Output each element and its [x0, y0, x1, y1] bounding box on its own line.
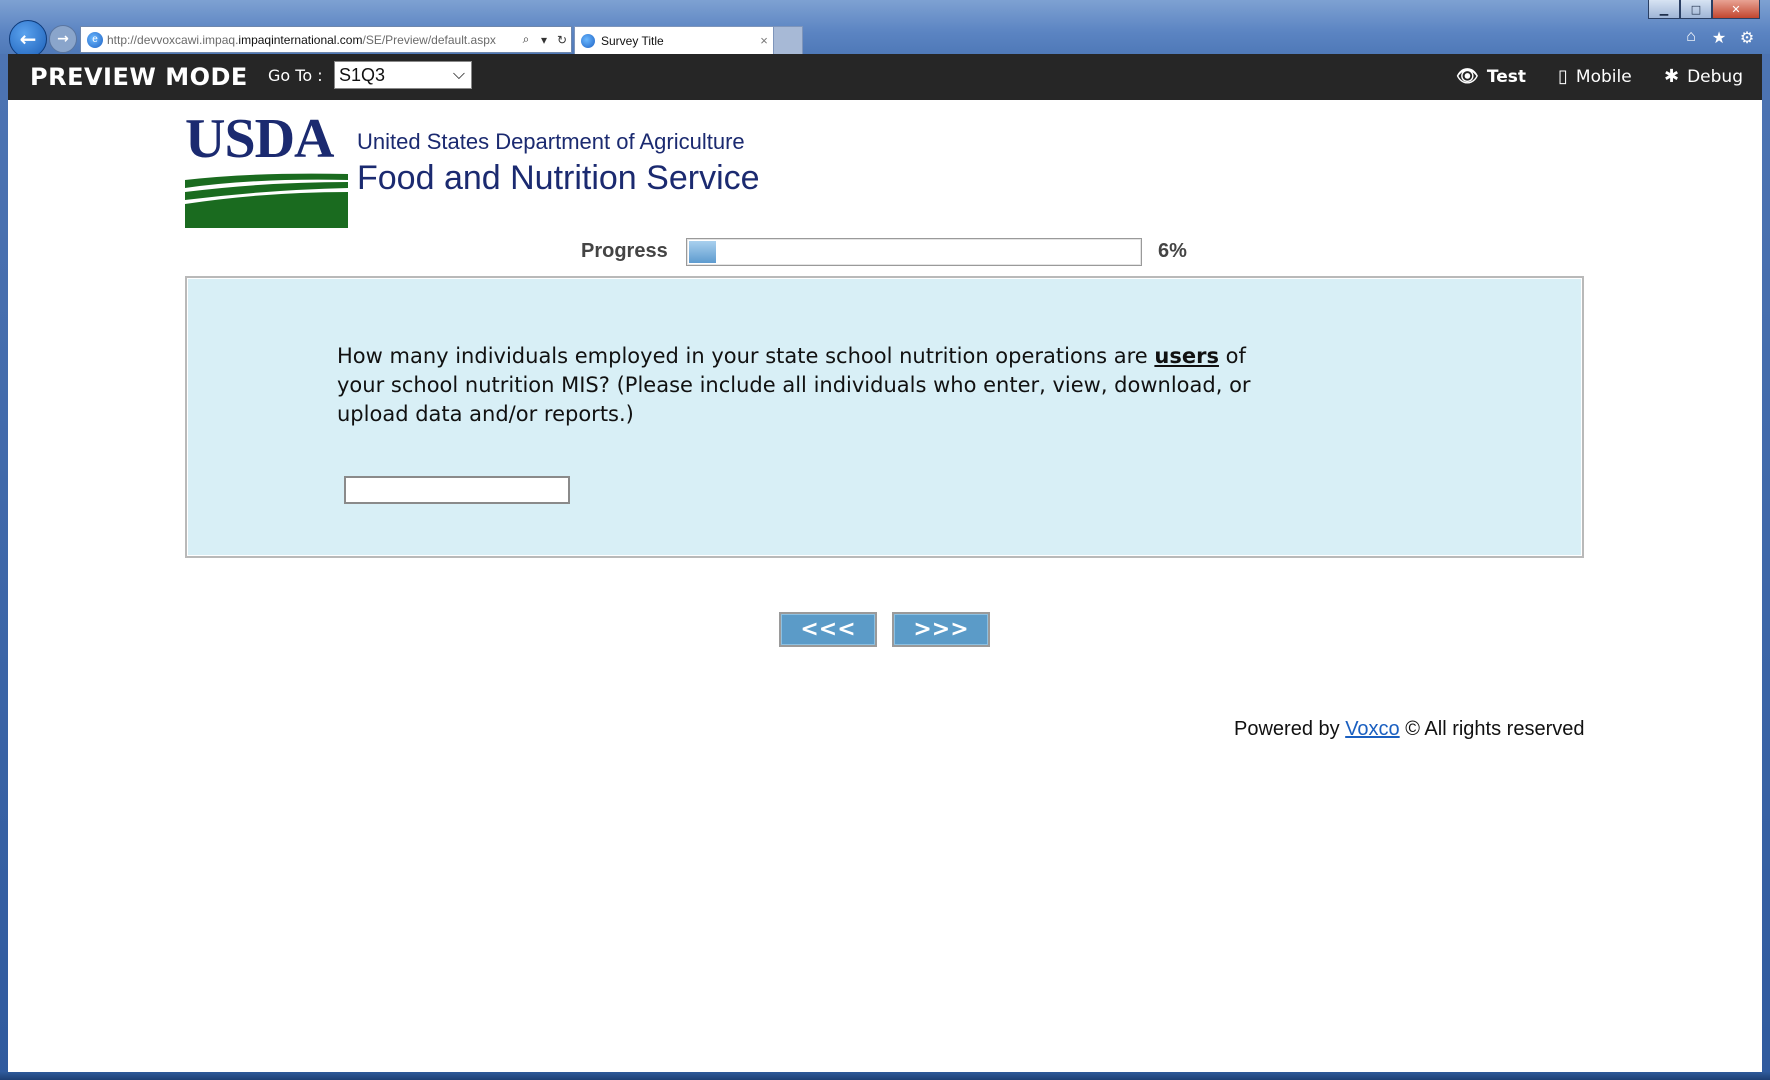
close-window-button[interactable]: ✕ [1712, 0, 1760, 19]
phone-icon: ▯ [1558, 66, 1568, 87]
progress-label: Progress [581, 240, 668, 262]
goto-question-select[interactable]: S1Q3 ⌵ [334, 61, 472, 89]
preview-toolbar: PREVIEW MODE Go To : S1Q3 ⌵ 👁 Test ▯ Mob… [8, 54, 1762, 100]
forward-button[interactable]: → [49, 25, 77, 53]
window-bottom-border [0, 1072, 1770, 1080]
search-icon[interactable]: ⌕ [517, 32, 535, 47]
question-panel: How many individuals employed in your st… [185, 276, 1584, 558]
new-tab-button[interactable] [773, 26, 803, 54]
ie-page-icon: e [87, 31, 103, 48]
window-controls: ▁ □ ✕ [1648, 0, 1760, 19]
preview-mode-title: PREVIEW MODE [30, 63, 248, 91]
tab-title: Survey Title [601, 33, 664, 48]
browser-window: ▁ □ ✕ ← → e http://devvoxcawi.impaq.impa… [0, 0, 1770, 1080]
logo-department: United States Department of Agriculture [357, 129, 745, 154]
logo-field-graphic [185, 172, 348, 228]
back-button[interactable]: ← [9, 20, 47, 58]
question-emphasis: users [1154, 344, 1219, 368]
chevron-down-icon[interactable]: ▾ [535, 33, 553, 47]
previous-button[interactable]: <<< [779, 612, 877, 647]
refresh-icon[interactable]: ↻ [553, 33, 571, 47]
maximize-button[interactable]: □ [1680, 0, 1712, 19]
voxco-link[interactable]: Voxco [1345, 718, 1399, 740]
eye-icon: 👁 [1456, 66, 1479, 87]
test-mode-button[interactable]: 👁 Test [1456, 66, 1526, 87]
browser-tab[interactable]: Survey Title × [574, 26, 774, 54]
goto-selected-value: S1Q3 [339, 64, 386, 85]
goto-label: Go To : [268, 66, 323, 85]
footer-prefix: Powered by [1234, 718, 1340, 740]
address-bar[interactable]: e http://devvoxcawi.impaq.impaqinternati… [80, 26, 572, 53]
tab-close-icon[interactable]: × [755, 33, 773, 48]
progress-bar [686, 238, 1142, 266]
logo-acronym: USDA [185, 108, 334, 170]
footer: Powered by Voxco © All rights reserved [1234, 718, 1584, 741]
debug-mode-button[interactable]: ✱ Debug [1664, 66, 1743, 87]
minimize-button[interactable]: ▁ [1648, 0, 1680, 19]
gear-icon[interactable]: ⚙ [1738, 28, 1756, 48]
usda-fns-logo: USDA United States Department of Agricul… [185, 109, 805, 229]
answer-input[interactable] [344, 476, 570, 504]
progress-bar-fill [689, 241, 716, 263]
next-button[interactable]: >>> [892, 612, 990, 647]
question-text: How many individuals employed in your st… [337, 344, 1251, 426]
footer-suffix: © All rights reserved [1405, 718, 1585, 740]
url-text[interactable]: http://devvoxcawi.impaq.impaqinternation… [107, 33, 517, 47]
arrow-right-icon: → [57, 31, 69, 47]
arrow-left-icon: ← [19, 27, 37, 51]
ie-page-icon [581, 33, 595, 48]
home-icon[interactable]: ⌂ [1682, 28, 1700, 48]
bug-icon: ✱ [1664, 66, 1680, 87]
logo-agency: Food and Nutrition Service [357, 159, 760, 197]
page-viewport: PREVIEW MODE Go To : S1Q3 ⌵ 👁 Test ▯ Mob… [8, 54, 1762, 1072]
browser-toolbar-right: ⌂ ★ ⚙ [1682, 28, 1756, 48]
favorites-star-icon[interactable]: ★ [1710, 28, 1728, 48]
chevron-down-icon: ⌵ [452, 66, 466, 83]
mobile-mode-button[interactable]: ▯ Mobile [1558, 66, 1632, 87]
progress-percent: 6% [1158, 240, 1187, 262]
